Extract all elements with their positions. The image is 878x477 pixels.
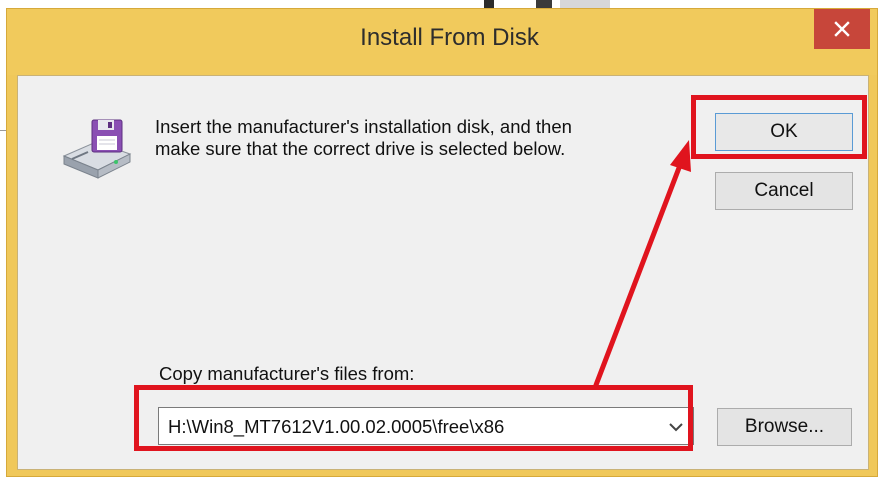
ok-highlight-box: [691, 95, 867, 159]
window-title: Install From Disk: [360, 24, 539, 51]
floppy-drive-icon: [62, 119, 132, 179]
title-bar[interactable]: Install From Disk: [7, 9, 877, 75]
close-icon: [834, 21, 850, 37]
instruction-line-2: make sure that the correct drive is sele…: [155, 138, 566, 159]
copy-from-label: Copy manufacturer's files from:: [159, 363, 415, 384]
screen: Install From Disk Insert the manufacture…: [0, 0, 878, 477]
path-highlight-box: [134, 385, 693, 451]
instruction-line-1: Insert the manufacturer's installation d…: [155, 116, 572, 137]
browse-button[interactable]: Browse...: [717, 408, 852, 446]
background-fragment: [536, 0, 552, 8]
background-strip: [0, 0, 878, 8]
instruction-text: Insert the manufacturer's installation d…: [155, 116, 675, 160]
cancel-button[interactable]: Cancel: [715, 172, 853, 210]
close-button[interactable]: [814, 9, 870, 49]
background-fragment: [560, 0, 610, 8]
background-fragment: [484, 0, 494, 8]
